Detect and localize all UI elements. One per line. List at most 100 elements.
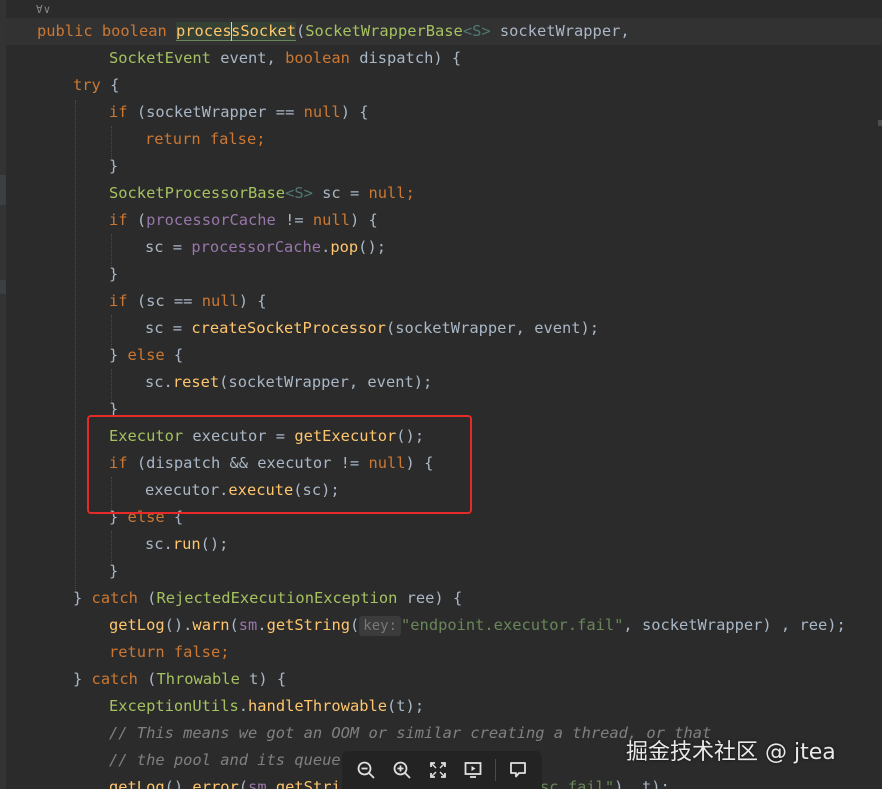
type-name: Throwable [156, 670, 240, 688]
code-line[interactable]: if (socketWrapper == null) { [109, 99, 369, 126]
code-line[interactable]: ExceptionUtils.handleThrowable(t); [109, 693, 424, 720]
code-text: ) { [349, 211, 378, 229]
comment-button[interactable] [504, 756, 532, 784]
fullscreen-button[interactable] [424, 756, 452, 784]
zoom-in-button[interactable] [388, 756, 416, 784]
code-text: ( [350, 616, 360, 634]
code-text: { [164, 346, 184, 364]
code-line[interactable]: sc.run(); [145, 531, 228, 558]
keyword: null [312, 211, 350, 229]
gutter-marker [0, 175, 6, 205]
code-text: ( [137, 670, 157, 688]
code-text: } [109, 157, 119, 175]
watermark: 掘金技术社区 @ jtea [626, 740, 836, 765]
code-text: (); [200, 535, 229, 553]
method-name: sSocket [231, 22, 296, 40]
code-line[interactable]: SocketProcessorBase<S> sc = null; [109, 180, 415, 207]
keyword: try [73, 76, 101, 94]
code-text: ) { [340, 103, 369, 121]
code-line[interactable]: return false; [109, 639, 230, 666]
code-line[interactable]: } [109, 261, 118, 288]
method-name: handleThrowable [248, 697, 388, 715]
keyword: catch [91, 670, 138, 688]
punctuation: ; [220, 643, 230, 661]
code-line[interactable]: if (sc == null) { [109, 288, 267, 315]
code-text: event, [210, 49, 286, 67]
code-line[interactable]: } else { [109, 342, 183, 369]
keyword: null [201, 292, 239, 310]
present-button[interactable] [459, 756, 487, 784]
code-text: sc = [145, 238, 192, 256]
code-comment: // the pool and its queue [109, 751, 341, 769]
code-editor[interactable]: ∀∨ public boolean processSocket(SocketWr… [0, 0, 882, 789]
method-name: getStrin [275, 778, 351, 789]
string-literal: sc.fail" [540, 778, 615, 789]
method-name: pop [330, 238, 359, 256]
code-line[interactable]: try { [73, 72, 119, 99]
type-name: SocketEvent [109, 49, 211, 67]
code-line[interactable]: sc = processorCache.pop(); [145, 234, 386, 261]
code-line[interactable]: SocketEvent event, boolean dispatch) { [109, 45, 461, 72]
code-line[interactable]: sc.reset(socketWrapper, event); [145, 369, 432, 396]
code-line[interactable]: getLog().warn(sm.getString(key: "endpoint… [109, 612, 846, 639]
present-icon [464, 762, 482, 778]
keyword: if [109, 103, 128, 121]
comment-icon [510, 762, 526, 778]
code-text: , socketWrapper) , ree); [623, 616, 846, 634]
code-line[interactable]: public boolean processSocket(SocketWrapp… [37, 18, 630, 45]
code-text: ) { [238, 292, 267, 310]
punctuation: ( [296, 22, 306, 40]
code-line[interactable]: sc = createSocketProcessor(socketWrapper… [145, 315, 599, 342]
code-text: sc = [145, 319, 192, 337]
code-text: (); [358, 238, 386, 256]
punctuation: ; [256, 130, 266, 148]
code-line[interactable]: } [109, 153, 118, 180]
code-text: } [109, 265, 119, 283]
method-name: getString [266, 616, 351, 634]
keyword: catch [91, 589, 138, 607]
code-text: dispatch) { [349, 49, 462, 67]
code-line[interactable]: } [109, 558, 118, 585]
code-text: . [321, 238, 331, 256]
code-line[interactable]: return false; [145, 126, 266, 153]
fold-toggle-icon[interactable]: ∀∨ [36, 3, 51, 16]
code-line[interactable]: if (processorCache != null) { [109, 207, 378, 234]
zoom-out-button[interactable] [352, 756, 380, 784]
keyword: boolean [101, 22, 177, 40]
keyword: boolean [285, 49, 350, 67]
punctuation: ; [405, 184, 415, 202]
zoom-in-icon [393, 761, 411, 779]
type-name: SocketProcessorBase [109, 184, 286, 202]
field-name: sm [238, 616, 258, 634]
field-name: processorCache [146, 211, 276, 229]
code-text: ), t); [614, 778, 670, 789]
keyword: if [109, 211, 128, 229]
field-name: processorCache [191, 238, 322, 256]
keyword: null [303, 103, 341, 121]
code-text: (socketWrapper == [127, 103, 304, 121]
method-name: getLog [109, 778, 165, 789]
keyword: return [145, 130, 210, 148]
method-name: reset [172, 373, 220, 391]
code-text: != [275, 211, 313, 229]
string-literal: "endpoint.executor.fail" [401, 616, 624, 634]
type-name: SocketWrapperBase [305, 22, 463, 40]
image-viewer-toolbar [342, 751, 542, 789]
method-name-highlight: processSocket [176, 22, 296, 41]
code-text: } [109, 562, 119, 580]
keyword: null [368, 184, 406, 202]
code-text: } [73, 589, 92, 607]
gutter-marker [0, 280, 6, 294]
code-text: { [100, 76, 120, 94]
code-text: . [266, 778, 276, 789]
code-line[interactable]: // the pool and its queue [109, 747, 341, 774]
code-line[interactable]: } catch (RejectedExecutionException ree)… [73, 585, 462, 612]
code-text: sc. [145, 373, 173, 391]
code-text: (socketWrapper, event); [219, 373, 433, 391]
code-text: . [257, 616, 267, 634]
code-line[interactable]: // This means we got an OOM or similar c… [109, 720, 711, 747]
method-name: run [172, 535, 201, 553]
code-line[interactable]: } catch (Throwable t) { [73, 666, 286, 693]
code-text: socketWrapper, [490, 22, 630, 40]
code-comment: // This means we got an OOM or similar c… [109, 724, 712, 742]
